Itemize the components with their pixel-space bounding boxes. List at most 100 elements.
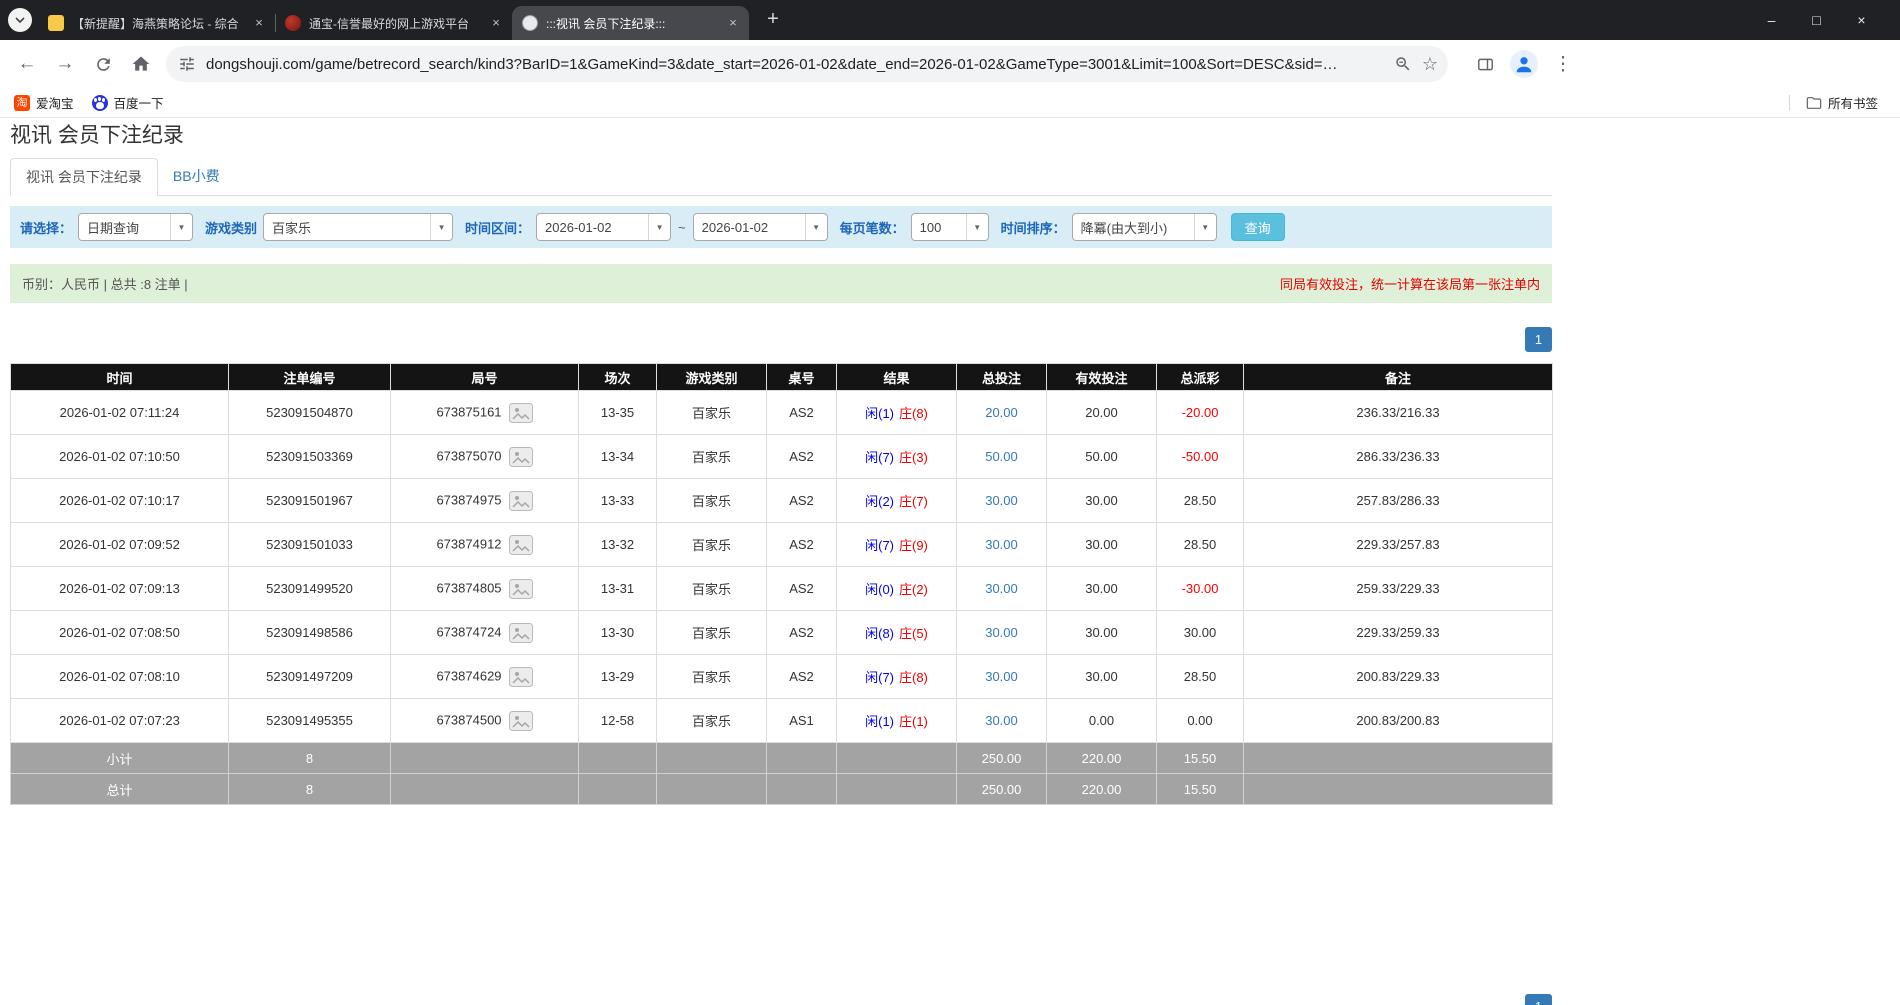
- browser-tab[interactable]: :::视讯 会员下注纪录::: ×: [512, 6, 749, 40]
- cell-time: 2026-01-02 07:10:17: [11, 479, 229, 523]
- cell-session: 13-35: [579, 391, 657, 435]
- column-header: 局号: [391, 364, 579, 391]
- sort-order-select[interactable]: 降冪(由大到小): [1072, 213, 1217, 241]
- address-bar[interactable]: dongshouji.com/game/betrecord_search/kin…: [166, 46, 1448, 82]
- back-button[interactable]: ←: [10, 47, 44, 81]
- dropdown-arrow-icon: [430, 214, 452, 240]
- cell-valid-bet: 50.00: [1047, 435, 1157, 479]
- subtotal-payout: 15.50: [1157, 743, 1244, 774]
- cell-total-bet[interactable]: 20.00: [957, 391, 1047, 435]
- bookmark-star-icon[interactable]: ☆: [1422, 54, 1438, 75]
- cell-total-bet[interactable]: 30.00: [957, 611, 1047, 655]
- cell-table-no: AS2: [767, 479, 837, 523]
- game-type-select[interactable]: 百家乐: [263, 213, 453, 241]
- side-panel-icon[interactable]: [1468, 47, 1502, 81]
- result-player: 闲(1): [865, 406, 894, 421]
- cell-total-bet[interactable]: 30.00: [957, 479, 1047, 523]
- tab-title: 通宝-信誉最好的网上游戏平台: [309, 15, 482, 32]
- round-detail-icon[interactable]: [509, 535, 533, 555]
- round-detail-icon[interactable]: [509, 447, 533, 467]
- page-nav-tab[interactable]: BB小费: [158, 158, 235, 195]
- page-size-select[interactable]: 100: [911, 213, 989, 241]
- bookmark-item[interactable]: 百度一下: [92, 93, 164, 112]
- cell-payout: 0.00: [1157, 699, 1244, 743]
- cell-total-bet[interactable]: 50.00: [957, 435, 1047, 479]
- column-header: 有效投注: [1047, 364, 1157, 391]
- new-tab-button[interactable]: +: [759, 6, 787, 34]
- tab-title: :::视讯 会员下注纪录:::: [546, 15, 719, 32]
- round-detail-icon[interactable]: [509, 667, 533, 687]
- date-start-select[interactable]: 2026-01-02: [536, 213, 671, 241]
- round-number: 673875161: [436, 404, 501, 419]
- cell-bet-id: 523091501033: [229, 523, 391, 567]
- cell-note: 286.33/236.33: [1244, 435, 1553, 479]
- browser-tab[interactable]: 通宝-信誉最好的网上游戏平台 ×: [275, 6, 512, 40]
- page-number-button[interactable]: 1: [1525, 994, 1552, 1005]
- round-detail-icon[interactable]: [509, 403, 533, 423]
- menu-icon[interactable]: ⋮: [1546, 47, 1580, 81]
- home-button[interactable]: [124, 47, 158, 81]
- browser-tab[interactable]: 【新提醒】海燕策略论坛 - 综合 ×: [38, 6, 275, 40]
- cell-table-no: AS2: [767, 523, 837, 567]
- tab-close-icon[interactable]: ×: [251, 15, 267, 31]
- round-detail-icon[interactable]: [509, 623, 533, 643]
- tab-strip: 【新提醒】海燕策略论坛 - 综合 × 通宝-信誉最好的网上游戏平台 × :::视…: [0, 0, 1900, 40]
- round-detail-icon[interactable]: [509, 711, 533, 731]
- tab-close-icon[interactable]: ×: [488, 15, 504, 31]
- cell-valid-bet: 30.00: [1047, 655, 1157, 699]
- filter-sort-label: 时间排序：: [1001, 218, 1066, 237]
- forward-button[interactable]: →: [48, 47, 82, 81]
- cell-total-bet[interactable]: 30.00: [957, 567, 1047, 611]
- result-banker: 庄(1): [899, 714, 928, 729]
- query-type-select[interactable]: 日期查询: [78, 213, 193, 241]
- cell-table-no: AS1: [767, 699, 837, 743]
- tab-search-button[interactable]: [8, 8, 32, 32]
- cell-table-no: AS2: [767, 655, 837, 699]
- column-header: 桌号: [767, 364, 837, 391]
- cell-bet-id: 523091498586: [229, 611, 391, 655]
- round-detail-icon[interactable]: [509, 579, 533, 599]
- dropdown-arrow-icon: [805, 214, 827, 240]
- filter-range-label: 时间区间：: [465, 218, 530, 237]
- cell-result: 闲(1)庄(8): [837, 391, 957, 435]
- column-header: 备注: [1244, 364, 1553, 391]
- cell-total-bet[interactable]: 30.00: [957, 699, 1047, 743]
- window-close-button[interactable]: ×: [1839, 0, 1884, 40]
- cell-total-bet[interactable]: 30.00: [957, 655, 1047, 699]
- cell-result: 闲(7)庄(3): [837, 435, 957, 479]
- cell-session: 13-30: [579, 611, 657, 655]
- site-info-icon[interactable]: [178, 55, 196, 73]
- page-title: 视讯 会员下注纪录: [10, 122, 1552, 150]
- cell-round: 673875161: [391, 391, 579, 435]
- cell-note: 229.33/257.83: [1244, 523, 1553, 567]
- tab-title: 【新提醒】海燕策略论坛 - 综合: [72, 15, 245, 32]
- bookmark-item[interactable]: 淘 爱淘宝: [14, 93, 74, 112]
- total-valid-bet: 220.00: [1047, 774, 1157, 805]
- date-end-select[interactable]: 2026-01-02: [693, 213, 828, 241]
- window-minimize-button[interactable]: –: [1749, 0, 1794, 40]
- reload-button[interactable]: [86, 47, 120, 81]
- result-banker: 庄(9): [899, 538, 928, 553]
- zoom-icon[interactable]: [1394, 55, 1412, 73]
- profile-avatar[interactable]: [1510, 50, 1538, 78]
- round-detail-icon[interactable]: [509, 491, 533, 511]
- cell-table-no: AS2: [767, 567, 837, 611]
- cell-round: 673874629: [391, 655, 579, 699]
- cell-result: 闲(1)庄(1): [837, 699, 957, 743]
- subtotal-label: 小计: [11, 743, 229, 774]
- round-number: 673874724: [436, 624, 501, 639]
- all-bookmarks-button[interactable]: 所有书签: [1806, 93, 1878, 112]
- result-banker: 庄(5): [899, 626, 928, 641]
- window-maximize-button[interactable]: □: [1794, 0, 1839, 40]
- cell-game-type: 百家乐: [657, 435, 767, 479]
- result-banker: 庄(3): [899, 450, 928, 465]
- cell-round: 673874975: [391, 479, 579, 523]
- table-row: 2026-01-02 07:09:52 523091501033 6738749…: [11, 523, 1553, 567]
- page-nav-tab[interactable]: 视讯 会员下注纪录: [10, 158, 158, 196]
- tab-close-icon[interactable]: ×: [725, 15, 741, 31]
- table-body: 2026-01-02 07:11:24 523091504870 6738751…: [11, 391, 1553, 743]
- cell-round: 673874724: [391, 611, 579, 655]
- search-button[interactable]: 查询: [1231, 213, 1285, 241]
- page-number-button[interactable]: 1: [1525, 327, 1552, 352]
- cell-total-bet[interactable]: 30.00: [957, 523, 1047, 567]
